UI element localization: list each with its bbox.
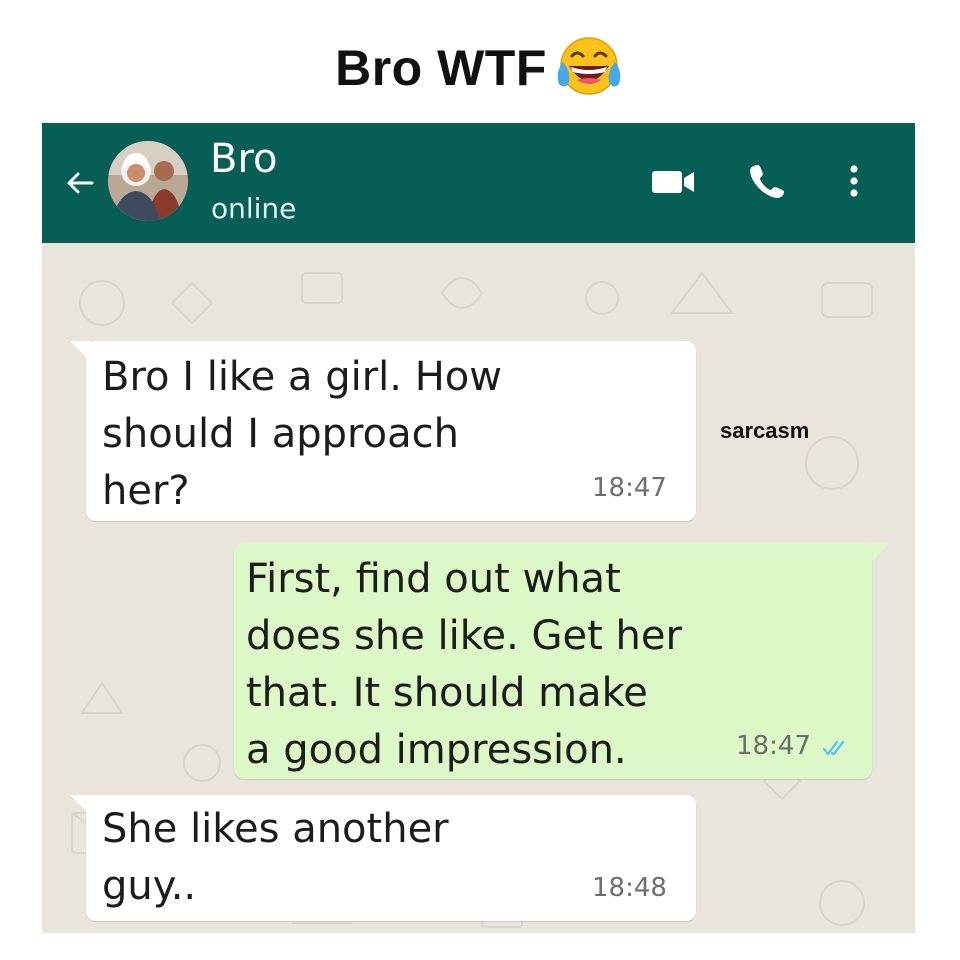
- message-bubble-incoming[interactable]: Bro I like a girl. How should I approach…: [86, 341, 696, 521]
- message-bubble-outgoing[interactable]: First, find out what does she like. Get …: [234, 543, 872, 779]
- message-text: Bro I like a girl. How should I approach…: [102, 354, 502, 514]
- contact-avatar[interactable]: [108, 141, 188, 221]
- message-time: 18:48: [592, 873, 667, 903]
- voice-call-icon[interactable]: [748, 161, 788, 201]
- video-call-icon[interactable]: [650, 161, 698, 201]
- back-arrow-icon[interactable]: [62, 165, 98, 201]
- message-time: 18:47: [736, 731, 811, 761]
- message-bubble-incoming[interactable]: She likes another guy.. 18:48: [86, 795, 696, 921]
- meme-title-text: Bro WTF: [335, 40, 547, 96]
- chat-body[interactable]: Bro I like a girl. How should I approach…: [42, 243, 915, 933]
- contact-status: online: [211, 192, 297, 225]
- more-options-icon[interactable]: [842, 161, 866, 201]
- laughing-emoji-icon: [553, 32, 625, 104]
- meme-title: Bro WTF: [0, 28, 960, 108]
- chat-window: Bro online Bro I like a girl. How should…: [42, 123, 915, 933]
- chat-header: Bro online: [42, 123, 915, 243]
- message-time: 18:47: [592, 473, 667, 503]
- message-text: She likes another guy..: [102, 806, 449, 909]
- watermark-text: sarcasm: [720, 418, 810, 443]
- contact-name[interactable]: Bro: [210, 131, 277, 187]
- meme-page: Bro WTF Bro online Bro I like a girl. Ho…: [0, 0, 960, 960]
- double-check-icon: [822, 740, 845, 756]
- message-text: First, find out what does she like. Get …: [246, 556, 682, 773]
